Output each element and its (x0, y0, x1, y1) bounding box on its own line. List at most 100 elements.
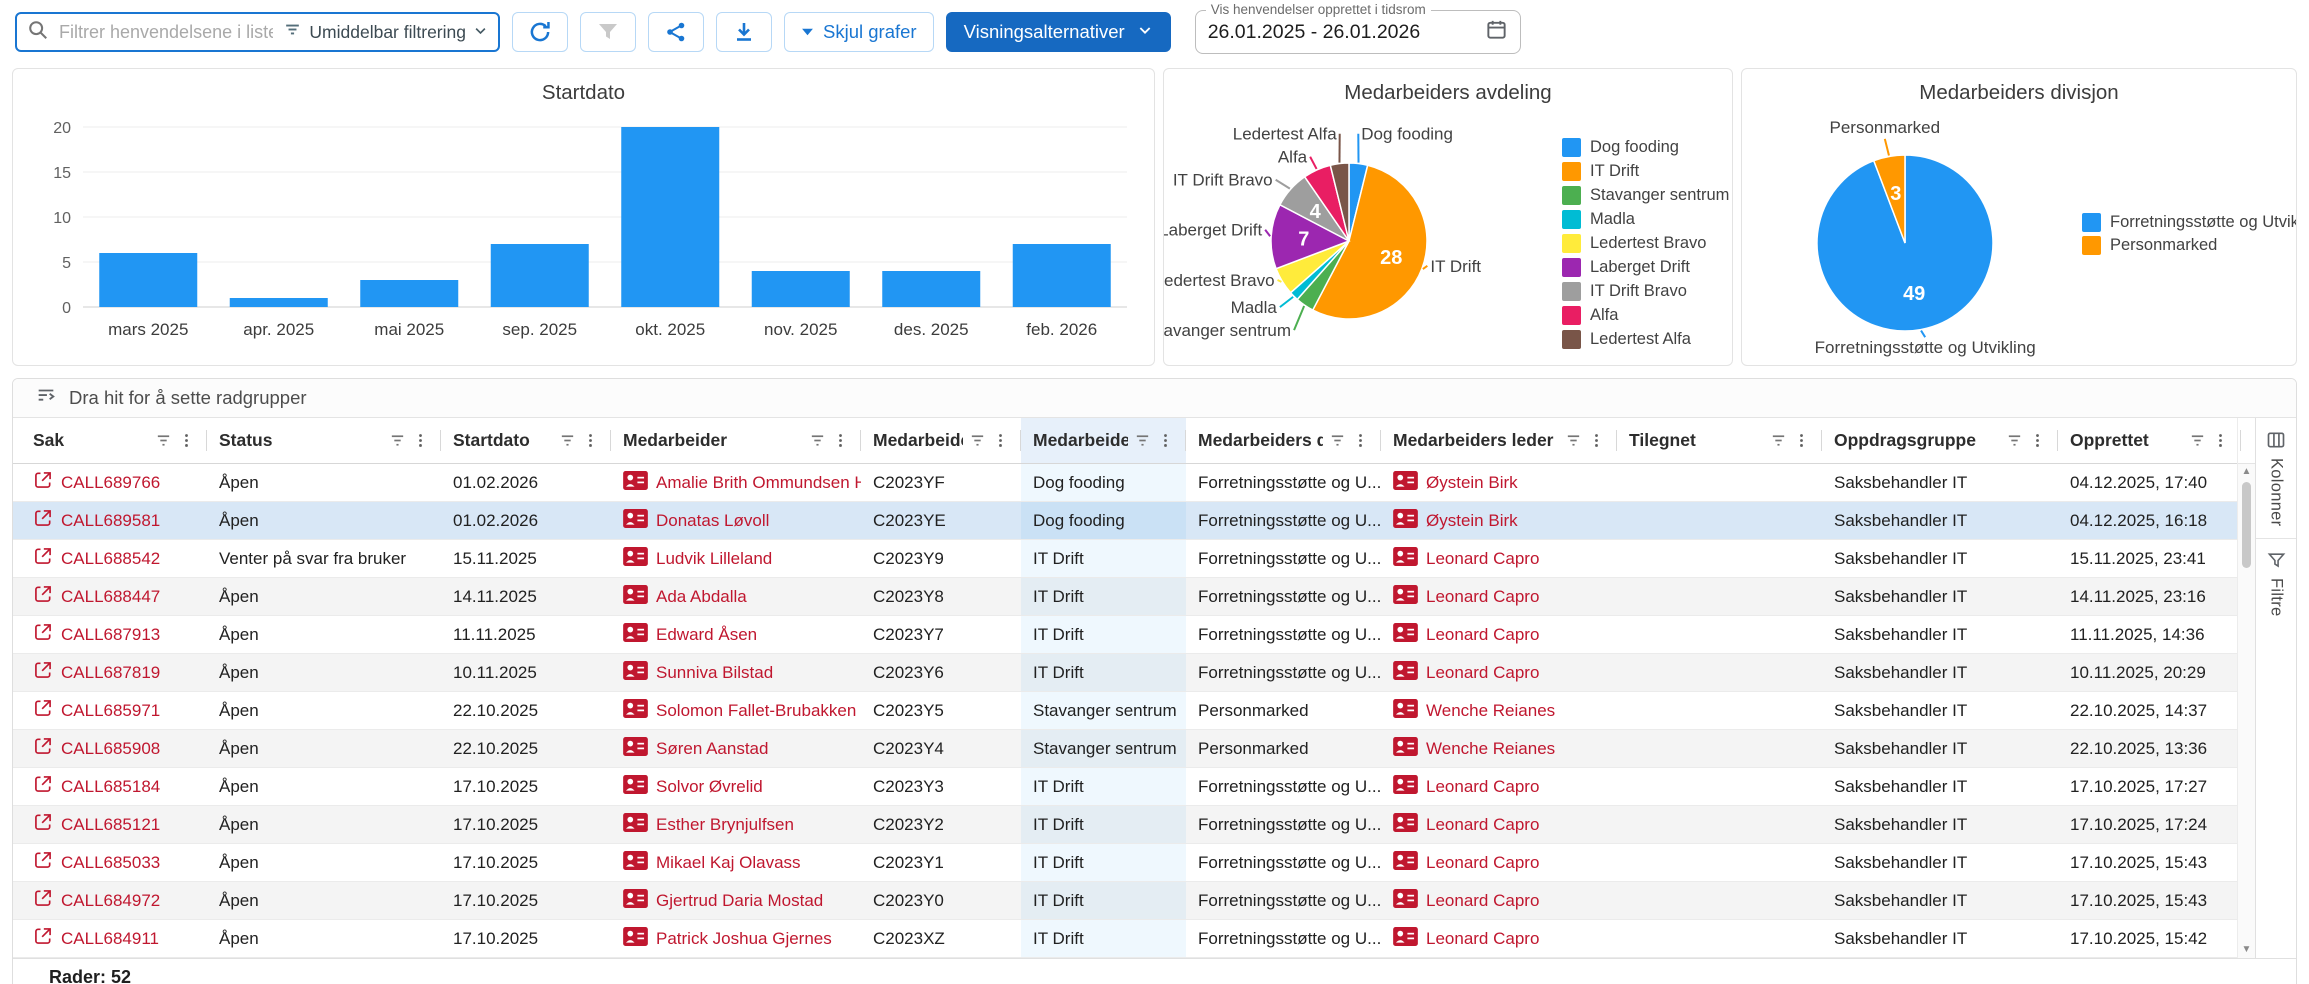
table-row[interactable]: CALL685908Åpen22.10.2025Søren AanstadC20… (13, 730, 2237, 768)
column-header-opprettet[interactable]: Opprettet (2058, 418, 2241, 463)
bar-nov-2025[interactable] (752, 271, 850, 307)
cell-sak[interactable]: CALL688542 (13, 540, 207, 577)
person-link[interactable]: Wenche Reianes (1426, 701, 1555, 721)
open-case-icon[interactable] (33, 812, 53, 837)
person-link[interactable]: Solomon Fallet-Brubakken (656, 701, 856, 721)
bar-apr-2025[interactable] (230, 298, 328, 307)
column-filter-icon[interactable] (1134, 432, 1151, 449)
case-link[interactable]: CALL685184 (61, 777, 160, 797)
table-row[interactable]: CALL684972Åpen17.10.2025Gjertrud Daria M… (13, 882, 2237, 920)
cell-sak[interactable]: CALL685908 (13, 730, 207, 767)
table-row[interactable]: CALL687913Åpen11.11.2025Edward ÅsenC2023… (13, 616, 2237, 654)
cell-sak[interactable]: CALL689581 (13, 502, 207, 539)
bar-mai-2025[interactable] (360, 280, 458, 307)
person-link[interactable]: Leonard Capro (1426, 891, 1539, 911)
person-link[interactable]: Leonard Capro (1426, 587, 1539, 607)
download-button[interactable] (716, 12, 772, 52)
column-filter-icon[interactable] (559, 432, 576, 449)
person-link[interactable]: Esther Brynjulfsen (656, 815, 794, 835)
column-filter-icon[interactable] (2189, 432, 2206, 449)
view-options-button[interactable]: Visningsalternativer (946, 12, 1171, 52)
column-header-sak[interactable]: Sak (13, 418, 207, 463)
bar-feb-2026[interactable] (1013, 244, 1111, 307)
column-menu-icon[interactable] (1793, 432, 1810, 449)
column-menu-icon[interactable] (2212, 432, 2229, 449)
case-link[interactable]: CALL687819 (61, 663, 160, 683)
column-menu-icon[interactable] (832, 432, 849, 449)
person-link[interactable]: Leonard Capro (1426, 777, 1539, 797)
open-case-icon[interactable] (33, 736, 53, 761)
column-header-startdato[interactable]: Startdato (441, 418, 611, 463)
column-filter-icon[interactable] (1770, 432, 1787, 449)
filter-mode-dropdown[interactable]: Umiddelbar filtrering (283, 20, 488, 44)
column-menu-icon[interactable] (178, 432, 195, 449)
column-filter-icon[interactable] (809, 432, 826, 449)
open-case-icon[interactable] (33, 888, 53, 913)
case-link[interactable]: CALL685971 (61, 701, 160, 721)
person-link[interactable]: Øystein Birk (1426, 511, 1518, 531)
person-link[interactable]: Solvor Øvrelid (656, 777, 763, 797)
scroll-up-icon[interactable]: ▲ (2242, 464, 2252, 480)
table-row[interactable]: CALL685971Åpen22.10.2025Solomon Fallet-B… (13, 692, 2237, 730)
column-header-medarbeiders-i[interactable]: Medarbeiders i... (861, 418, 1021, 463)
column-menu-icon[interactable] (1157, 432, 1174, 449)
column-filter-icon[interactable] (969, 432, 986, 449)
table-row[interactable]: CALL684911Åpen17.10.2025Patrick Joshua G… (13, 920, 2237, 958)
column-header-medarbeiders-a[interactable]: Medarbeiders a... (1021, 418, 1186, 463)
person-link[interactable]: Leonard Capro (1426, 853, 1539, 873)
table-row[interactable]: CALL687819Åpen10.11.2025Sunniva BilstadC… (13, 654, 2237, 692)
column-filter-icon[interactable] (2006, 432, 2023, 449)
person-link[interactable]: Amalie Brith Ommundsen Hals (656, 473, 861, 493)
table-row[interactable]: CALL685184Åpen17.10.2025Solvor ØvrelidC2… (13, 768, 2237, 806)
open-case-icon[interactable] (33, 926, 53, 951)
person-link[interactable]: Patrick Joshua Gjernes (656, 929, 832, 949)
person-link[interactable]: Edward Åsen (656, 625, 757, 645)
tab-filtre[interactable]: Filtre (2256, 538, 2296, 628)
cell-sak[interactable]: CALL687913 (13, 616, 207, 653)
person-link[interactable]: Søren Aanstad (656, 739, 768, 759)
case-link[interactable]: CALL687913 (61, 625, 160, 645)
case-link[interactable]: CALL689581 (61, 511, 160, 531)
share-button[interactable] (648, 12, 704, 52)
open-case-icon[interactable] (33, 850, 53, 875)
cell-sak[interactable]: CALL685184 (13, 768, 207, 805)
bar-okt-2025[interactable] (621, 127, 719, 307)
person-link[interactable]: Leonard Capro (1426, 663, 1539, 683)
person-link[interactable]: Leonard Capro (1426, 549, 1539, 569)
tab-kolonner[interactable]: Kolonner (2256, 418, 2296, 538)
case-link[interactable]: CALL684911 (61, 929, 159, 949)
person-link[interactable]: Ludvik Lilleland (656, 549, 772, 569)
column-header-medarbeiders-d[interactable]: Medarbeiders d... (1186, 418, 1381, 463)
column-filter-icon[interactable] (155, 432, 172, 449)
cell-sak[interactable]: CALL685033 (13, 844, 207, 881)
column-filter-icon[interactable] (1329, 432, 1346, 449)
table-row[interactable]: CALL689766Åpen01.02.2026Amalie Brith Omm… (13, 464, 2237, 502)
table-row[interactable]: CALL688447Åpen14.11.2025Ada AbdallaC2023… (13, 578, 2237, 616)
table-row[interactable]: CALL685121Åpen17.10.2025Esther Brynjulfs… (13, 806, 2237, 844)
column-menu-icon[interactable] (1352, 432, 1369, 449)
cell-sak[interactable]: CALL684972 (13, 882, 207, 919)
search-input[interactable] (57, 21, 275, 44)
hide-charts-button[interactable]: Skjul grafer (784, 12, 934, 52)
person-link[interactable]: Leonard Capro (1426, 625, 1539, 645)
date-range-field[interactable]: Vis henvendelser opprettet i tidsrom 26.… (1195, 10, 1521, 54)
bar-mars-2025[interactable] (99, 253, 197, 307)
open-case-icon[interactable] (33, 622, 53, 647)
cell-sak[interactable]: CALL687819 (13, 654, 207, 691)
column-menu-icon[interactable] (992, 432, 1009, 449)
open-case-icon[interactable] (33, 584, 53, 609)
scroll-down-icon[interactable]: ▼ (2242, 942, 2252, 958)
case-link[interactable]: CALL688542 (61, 549, 160, 569)
case-link[interactable]: CALL685033 (61, 853, 160, 873)
case-link[interactable]: CALL684972 (61, 891, 160, 911)
column-header-tilegnet[interactable]: Tilegnet (1617, 418, 1822, 463)
case-link[interactable]: CALL688447 (61, 587, 160, 607)
column-filter-icon[interactable] (389, 432, 406, 449)
scrollbar-thumb[interactable] (2242, 482, 2251, 568)
clear-filter-button[interactable] (580, 12, 636, 52)
person-link[interactable]: Wenche Reianes (1426, 739, 1555, 759)
column-filter-icon[interactable] (1565, 432, 1582, 449)
table-row[interactable]: CALL689581Åpen01.02.2026Donatas LøvollC2… (13, 502, 2237, 540)
open-case-icon[interactable] (33, 470, 53, 495)
column-header-medarbeider[interactable]: Medarbeider (611, 418, 861, 463)
